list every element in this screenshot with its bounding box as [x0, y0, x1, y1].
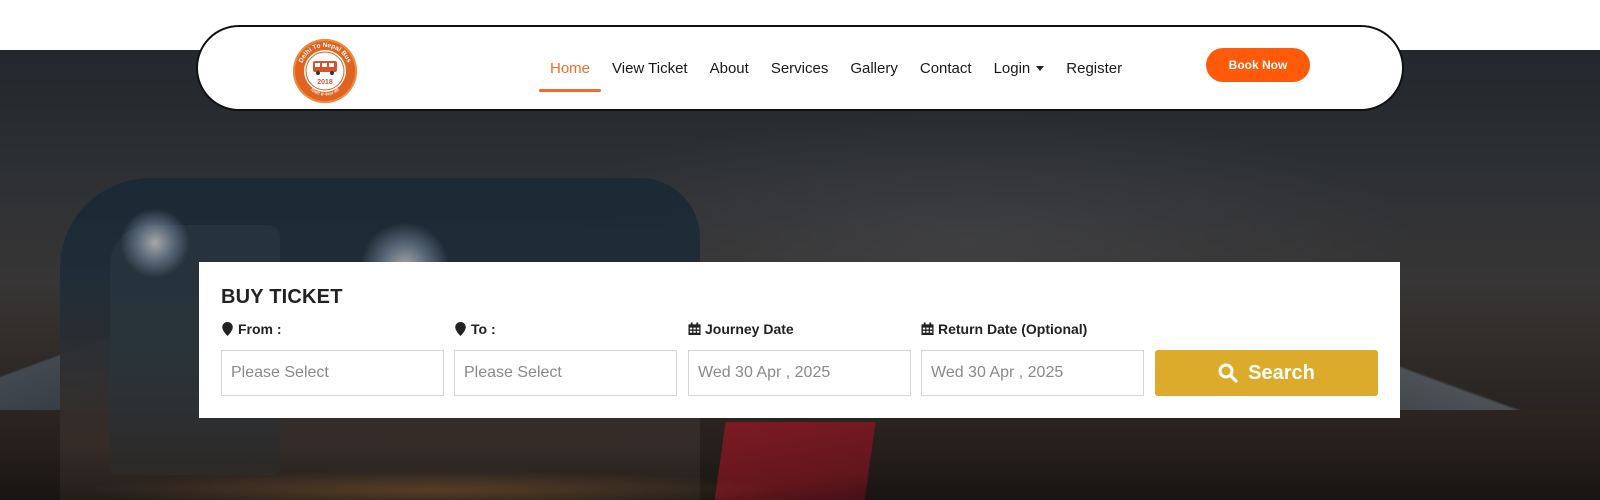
nav-item-about[interactable]: About	[699, 60, 760, 77]
calendar-icon	[921, 322, 934, 336]
site-logo[interactable]: 2018 Delhi To Nepal Bus दिल्ली से नेपाल …	[293, 39, 357, 103]
nav-label: Home	[550, 59, 591, 77]
main-nav: Home View Ticket About Services Gallery …	[539, 27, 1133, 109]
from-label-text: From :	[238, 321, 282, 337]
to-select[interactable]: Please Select	[454, 350, 677, 396]
from-select[interactable]: Please Select	[221, 350, 444, 396]
navbar: 2018 Delhi To Nepal Bus दिल्ली से नेपाल …	[196, 25, 1404, 111]
nav-item-gallery[interactable]: Gallery	[839, 60, 909, 77]
buy-ticket-title: BUY TICKET	[221, 286, 343, 308]
search-button[interactable]: Search	[1155, 350, 1378, 396]
caret-down-icon	[1036, 65, 1045, 71]
map-marker-icon	[455, 322, 466, 336]
return-date-label: Return Date (Optional)	[921, 321, 1087, 337]
journey-date-label-text: Journey Date	[705, 321, 794, 337]
return-date-value: Wed 30 Apr , 2025	[931, 364, 1064, 381]
nav-label: Gallery	[850, 59, 898, 77]
nav-label: Contact	[919, 59, 972, 77]
from-placeholder: Please Select	[231, 364, 329, 381]
nav-label: About	[709, 59, 749, 77]
to-label-text: To :	[471, 321, 496, 337]
calendar-icon	[688, 322, 701, 336]
nav-item-services[interactable]: Services	[760, 60, 840, 77]
nav-item-contact[interactable]: Contact	[909, 60, 983, 77]
nav-label: Login	[993, 59, 1031, 77]
return-date-input[interactable]: Wed 30 Apr , 2025	[921, 350, 1144, 396]
journey-date-value: Wed 30 Apr , 2025	[698, 364, 831, 381]
nav-label: Services	[770, 59, 829, 77]
book-now-button[interactable]: Book Now	[1206, 48, 1310, 82]
nav-item-register[interactable]: Register	[1055, 60, 1133, 77]
nav-item-view-ticket[interactable]: View Ticket	[601, 60, 699, 77]
to-label: To :	[454, 321, 496, 337]
search-icon	[1218, 363, 1238, 383]
journey-date-label: Journey Date	[688, 321, 794, 337]
buy-ticket-card: BUY TICKET From : Please Select To : Ple…	[199, 262, 1400, 418]
logo-emblem-icon: 2018 Delhi To Nepal Bus दिल्ली से नेपाल …	[295, 41, 355, 101]
from-label: From :	[221, 321, 282, 337]
journey-date-input[interactable]: Wed 30 Apr , 2025	[688, 350, 911, 396]
nav-item-home[interactable]: Home	[539, 59, 602, 92]
logo-year: 2018	[317, 79, 333, 86]
to-placeholder: Please Select	[464, 364, 562, 381]
nav-item-login[interactable]: Login	[983, 60, 1056, 77]
nav-label: View Ticket	[612, 59, 688, 77]
map-marker-icon	[222, 322, 233, 336]
return-date-label-text: Return Date (Optional)	[938, 321, 1088, 337]
nav-label: Register	[1066, 59, 1123, 77]
search-button-label: Search	[1248, 361, 1315, 384]
